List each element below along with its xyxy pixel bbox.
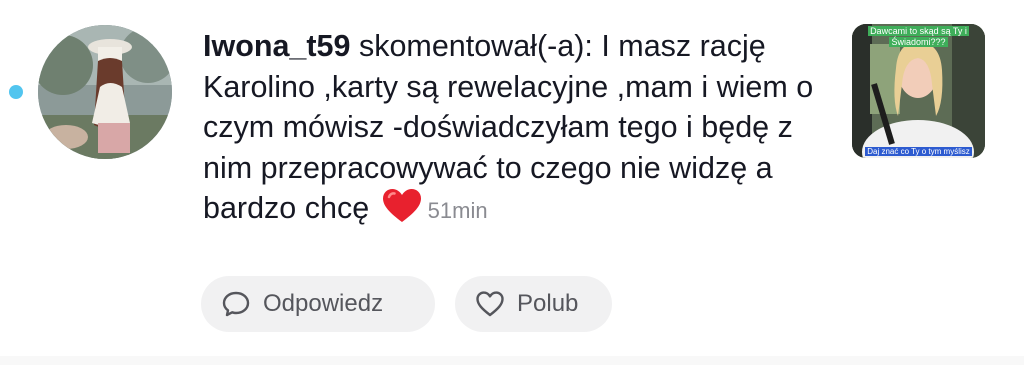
comment-timestamp: 51min — [427, 198, 488, 223]
thumbnail-caption-top: Dawcami to skąd są Ty i Świadomi??? — [868, 26, 969, 47]
avatar-painting-image — [38, 25, 172, 159]
comment-text: Iwona_t59 skomentował(-a): I masz rację … — [203, 26, 823, 232]
divider — [0, 356, 1024, 365]
heart-emoji-icon — [382, 188, 422, 224]
comment-username[interactable]: Iwona_t59 — [203, 29, 350, 63]
thumbnail-caption-bottom: Daj znać co Ty o tym myślisz — [865, 147, 972, 156]
unread-indicator — [9, 85, 23, 99]
like-button[interactable]: Polub — [455, 276, 612, 332]
like-button-label: Polub — [517, 290, 579, 317]
comment-action: skomentował(-a): — [358, 29, 593, 63]
heart-outline-icon — [475, 289, 505, 319]
video-thumbnail[interactable]: Dawcami to skąd są Ty i Świadomi??? Daj z… — [852, 24, 985, 158]
avatar[interactable] — [38, 25, 172, 159]
reply-button-label: Odpowiedz — [263, 290, 384, 317]
comment-bubble-icon — [221, 289, 251, 319]
reply-button[interactable]: Odpowiedz — [201, 276, 435, 332]
